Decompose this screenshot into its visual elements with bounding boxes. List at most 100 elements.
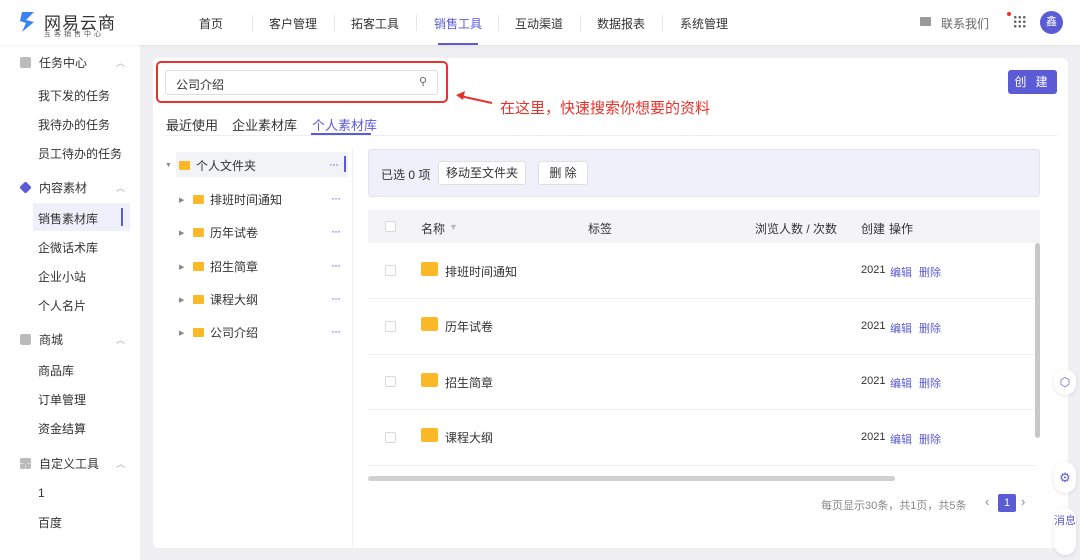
delete-link[interactable]: 删除 <box>919 431 941 447</box>
sidebar-item[interactable]: 员工待办的任务 <box>38 145 122 162</box>
sidebar-group-mall[interactable]: 商城 <box>20 331 63 348</box>
row-name[interactable]: 课程大纲 <box>445 429 493 446</box>
tree-item[interactable]: ▶ 公司介绍 <box>179 324 258 341</box>
caret-right-icon[interactable]: ▶ <box>179 263 187 271</box>
sidebar-item[interactable]: 企微话术库 <box>38 239 98 256</box>
page-number[interactable]: 1 <box>998 494 1016 512</box>
create-button[interactable]: 创 建 <box>1008 70 1057 94</box>
sidebar-item[interactable]: 订单管理 <box>38 391 86 408</box>
sidebar-item[interactable]: 个人名片 <box>38 297 86 314</box>
chevron-up-icon[interactable]: ︿ <box>116 457 125 470</box>
sidebar-group-custom-tools[interactable]: 自定义工具 <box>20 455 99 472</box>
chevron-up-icon[interactable]: ︿ <box>116 56 125 69</box>
column-tags: 标签 <box>588 222 613 236</box>
nav-channels[interactable]: 互动渠道 <box>515 15 563 32</box>
folder-icon <box>179 161 190 170</box>
nav-sales-tools[interactable]: 销售工具 <box>434 15 482 32</box>
column-views: 浏览人数 / 次数 <box>755 222 838 236</box>
row-checkbox[interactable] <box>385 432 396 443</box>
row-checkbox[interactable] <box>385 321 396 332</box>
sidebar-item[interactable]: 资金结算 <box>38 420 86 437</box>
nav-customers[interactable]: 客户管理 <box>269 15 317 32</box>
caret-right-icon[interactable]: ▶ <box>179 229 187 237</box>
chevron-up-icon[interactable]: ︿ <box>116 181 125 194</box>
sidebar-item[interactable]: 百度 <box>38 514 62 531</box>
sidebar-item[interactable]: 企业小站 <box>38 268 86 285</box>
folder-icon <box>193 195 204 204</box>
row-created: 2021 <box>861 375 886 387</box>
sidebar-group-content[interactable]: 内容素材 <box>19 179 87 196</box>
select-all-checkbox[interactable] <box>385 221 396 232</box>
tab-recent[interactable]: 最近使用 <box>166 115 218 134</box>
chevron-up-icon[interactable]: ︿ <box>116 333 125 346</box>
notification-dot <box>1007 12 1011 16</box>
tree-item[interactable]: ▶ 课程大纲 <box>179 291 258 308</box>
chevron-right-icon[interactable]: › <box>1021 494 1025 509</box>
sidebar-group-tasks[interactable]: 任务中心 <box>20 54 87 71</box>
row-created: 2021 <box>861 264 886 276</box>
more-icon[interactable]: ··· <box>331 224 341 238</box>
caret-down-icon[interactable]: ▼ <box>165 162 173 169</box>
caret-right-icon[interactable]: ▶ <box>179 329 187 337</box>
move-to-folder-button[interactable]: 移动至文件夹 <box>438 161 526 185</box>
row-created: 2021 <box>861 431 886 443</box>
edit-link[interactable]: 编辑 <box>890 375 912 391</box>
row-checkbox[interactable] <box>385 376 396 387</box>
tree-root[interactable]: ▼ 个人文件夹 <box>165 157 256 174</box>
more-icon[interactable]: ··· <box>331 324 341 338</box>
delete-link[interactable]: 删除 <box>919 320 941 336</box>
more-icon[interactable]: ··· <box>331 291 341 305</box>
edit-link[interactable]: 编辑 <box>890 320 912 336</box>
message-button[interactable]: 消息 <box>1054 508 1076 555</box>
tree-item[interactable]: ▶ 排班时间通知 <box>179 191 282 208</box>
folder-icon <box>421 373 438 387</box>
contact-us-link[interactable]: 联系我们 <box>941 15 989 32</box>
caret-right-icon[interactable]: ▶ <box>179 196 187 204</box>
vertical-scrollbar[interactable] <box>1035 243 1040 438</box>
grid-icon <box>20 458 31 469</box>
row-name[interactable]: 排班时间通知 <box>445 263 517 280</box>
edit-link[interactable]: 编辑 <box>890 264 912 280</box>
column-actions: 操作 <box>889 222 914 236</box>
logo-icon <box>20 12 34 32</box>
nav-home[interactable]: 首页 <box>199 15 223 32</box>
tab-active-underline <box>311 133 371 135</box>
tab-enterprise-library[interactable]: 企业素材库 <box>232 115 297 134</box>
chevron-left-icon[interactable]: ‹ <box>985 494 989 509</box>
caret-right-icon[interactable]: ▶ <box>179 296 187 304</box>
sidebar-item-sales-library[interactable]: 销售素材库 <box>38 210 98 227</box>
top-header: 网易云商 互客销售中心 首页 客户管理 拓客工具 销售工具 互动渠道 数据报表 … <box>0 0 1080 45</box>
batch-delete-button[interactable]: 删 除 <box>538 161 588 185</box>
sidebar-item[interactable]: 1 <box>38 486 45 500</box>
delete-link[interactable]: 删除 <box>919 375 941 391</box>
sidebar-item[interactable]: 我待办的任务 <box>38 116 110 133</box>
filter-icon[interactable]: ▼ <box>449 222 458 232</box>
apps-grid-icon[interactable] <box>1013 15 1026 28</box>
tree-item[interactable]: ▶ 招生简章 <box>179 258 258 275</box>
edit-link[interactable]: 编辑 <box>890 431 912 447</box>
cube-icon[interactable]: ⬡ <box>1054 369 1076 395</box>
settings-icon[interactable]: ⚙ <box>1054 462 1076 493</box>
pagination-info: 每页显示30条，共1页，共5条 <box>821 500 967 512</box>
more-icon[interactable]: ··· <box>331 191 341 205</box>
nav-system[interactable]: 系统管理 <box>680 15 728 32</box>
tab-personal-library[interactable]: 个人素材库 <box>312 115 377 134</box>
nav-reports[interactable]: 数据报表 <box>597 15 645 32</box>
brand-subtitle: 互客销售中心 <box>44 31 104 38</box>
sidebar-item[interactable]: 商品库 <box>38 362 74 379</box>
column-name: 名称 <box>421 222 446 236</box>
annotation-text: 在这里，快速搜索你想要的资料 <box>500 100 711 117</box>
more-icon[interactable]: ··· <box>331 258 341 272</box>
delete-link[interactable]: 删除 <box>919 264 941 280</box>
store-icon <box>20 334 31 345</box>
tree-item[interactable]: ▶ 历年试卷 <box>179 224 258 241</box>
horizontal-scrollbar[interactable] <box>368 476 895 481</box>
nav-prospecting[interactable]: 拓客工具 <box>351 15 399 32</box>
folder-icon <box>421 317 438 331</box>
sidebar-item[interactable]: 我下发的任务 <box>38 87 110 104</box>
avatar[interactable]: 鑫 <box>1040 11 1063 34</box>
more-icon[interactable]: ··· <box>329 157 339 171</box>
row-name[interactable]: 历年试卷 <box>445 318 493 335</box>
row-name[interactable]: 招生简章 <box>445 374 493 391</box>
row-checkbox[interactable] <box>385 265 396 276</box>
